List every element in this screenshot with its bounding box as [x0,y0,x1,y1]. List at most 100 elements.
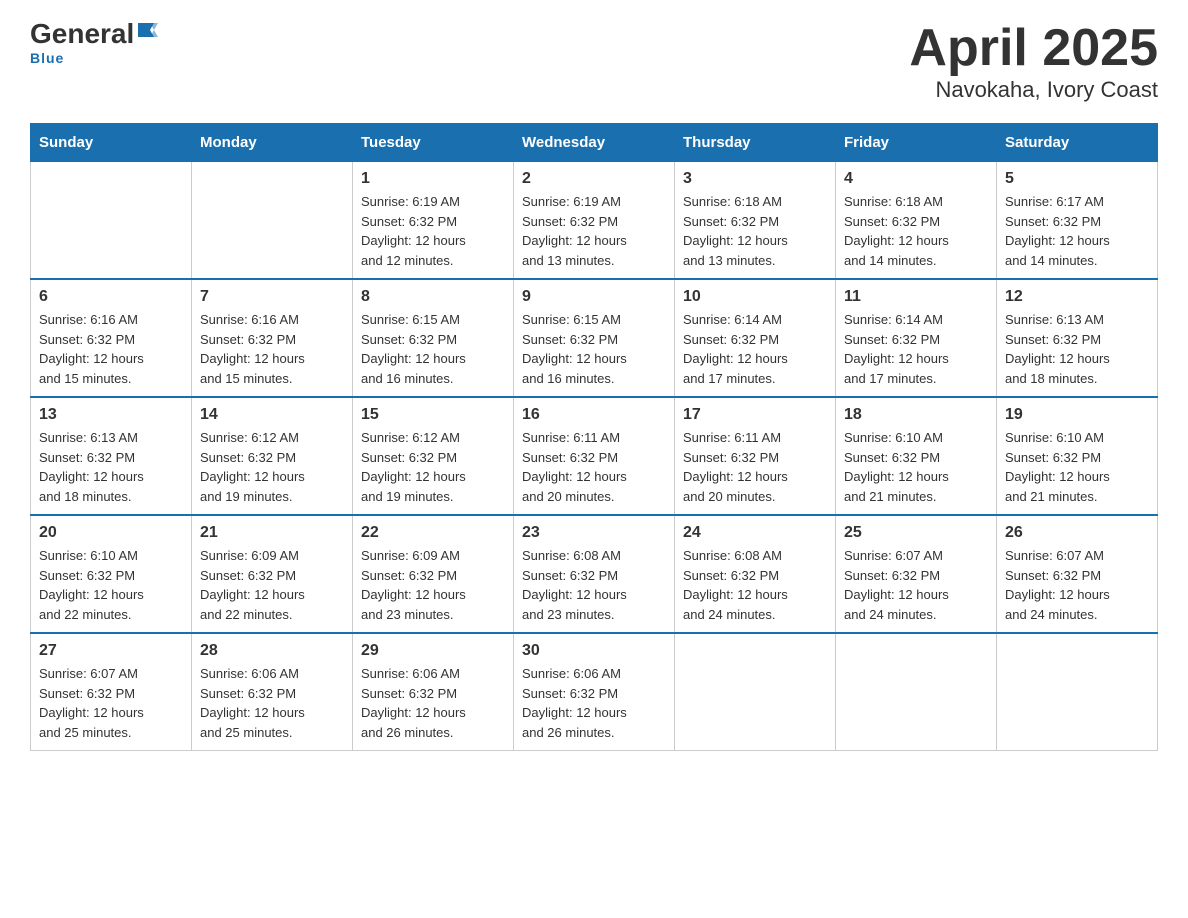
logo-general: General [30,20,134,48]
calendar-header-thursday: Thursday [675,124,836,162]
day-info: Sunrise: 6:13 AMSunset: 6:32 PMDaylight:… [1005,310,1149,388]
day-number: 29 [361,642,505,660]
day-number: 9 [522,288,666,306]
day-number: 18 [844,406,988,424]
day-info: Sunrise: 6:08 AMSunset: 6:32 PMDaylight:… [522,546,666,624]
calendar-table: SundayMondayTuesdayWednesdayThursdayFrid… [30,123,1158,751]
calendar-cell: 28 Sunrise: 6:06 AMSunset: 6:32 PMDayligh… [192,633,353,751]
day-info: Sunrise: 6:12 AMSunset: 6:32 PMDaylight:… [361,428,505,506]
day-info: Sunrise: 6:10 AMSunset: 6:32 PMDaylight:… [1005,428,1149,506]
day-info: Sunrise: 6:16 AMSunset: 6:32 PMDaylight:… [200,310,344,388]
calendar-cell: 6 Sunrise: 6:16 AMSunset: 6:32 PMDaylight… [31,279,192,397]
day-info: Sunrise: 6:09 AMSunset: 6:32 PMDaylight:… [361,546,505,624]
day-info: Sunrise: 6:18 AMSunset: 6:32 PMDaylight:… [683,192,827,270]
calendar-cell [31,162,192,280]
logo: General Blue [30,20,158,66]
day-number: 22 [361,524,505,542]
day-info: Sunrise: 6:10 AMSunset: 6:32 PMDaylight:… [844,428,988,506]
day-info: Sunrise: 6:07 AMSunset: 6:32 PMDaylight:… [39,664,183,742]
calendar-cell: 10 Sunrise: 6:14 AMSunset: 6:32 PMDayligh… [675,279,836,397]
page-header: General Blue April 2025 Navokaha, Ivory … [30,20,1158,103]
day-number: 14 [200,406,344,424]
day-info: Sunrise: 6:10 AMSunset: 6:32 PMDaylight:… [39,546,183,624]
day-info: Sunrise: 6:07 AMSunset: 6:32 PMDaylight:… [844,546,988,624]
day-info: Sunrise: 6:19 AMSunset: 6:32 PMDaylight:… [522,192,666,270]
day-info: Sunrise: 6:07 AMSunset: 6:32 PMDaylight:… [1005,546,1149,624]
calendar-cell [997,633,1158,751]
title-block: April 2025 Navokaha, Ivory Coast [909,20,1158,103]
day-number: 7 [200,288,344,306]
day-info: Sunrise: 6:16 AMSunset: 6:32 PMDaylight:… [39,310,183,388]
calendar-cell: 27Sunrise: 6:07 AMSunset: 6:32 PMDayligh… [31,633,192,751]
day-info: Sunrise: 6:06 AMSunset: 6:32 PMDaylight:… [200,664,344,742]
day-number: 1 [361,170,505,188]
calendar-header-saturday: Saturday [997,124,1158,162]
day-number: 17 [683,406,827,424]
calendar-cell: 7 Sunrise: 6:16 AMSunset: 6:32 PMDaylight… [192,279,353,397]
calendar-cell [836,633,997,751]
calendar-cell: 29 Sunrise: 6:06 AMSunset: 6:32 PMDayligh… [353,633,514,751]
day-number: 23 [522,524,666,542]
day-number: 19 [1005,406,1149,424]
calendar-cell: 5 Sunrise: 6:17 AMSunset: 6:32 PMDaylight… [997,162,1158,280]
day-info: Sunrise: 6:12 AMSunset: 6:32 PMDaylight:… [200,428,344,506]
calendar-cell: 14 Sunrise: 6:12 AMSunset: 6:32 PMDayligh… [192,397,353,515]
calendar-cell: 18 Sunrise: 6:10 AMSunset: 6:32 PMDayligh… [836,397,997,515]
calendar-cell: 20 Sunrise: 6:10 AMSunset: 6:32 PMDayligh… [31,515,192,633]
calendar-header-monday: Monday [192,124,353,162]
calendar-cell: 9 Sunrise: 6:15 AMSunset: 6:32 PMDaylight… [514,279,675,397]
calendar-cell: 8Sunrise: 6:15 AMSunset: 6:32 PMDaylight… [353,279,514,397]
calendar-cell: 23 Sunrise: 6:08 AMSunset: 6:32 PMDayligh… [514,515,675,633]
day-number: 3 [683,170,827,188]
day-info: Sunrise: 6:14 AMSunset: 6:32 PMDaylight:… [683,310,827,388]
calendar-week-row: 1 Sunrise: 6:19 AMSunset: 6:32 PMDaylight… [31,162,1158,280]
logo-blue-text: Blue [30,50,64,66]
day-number: 24 [683,524,827,542]
calendar-cell: 16 Sunrise: 6:11 AMSunset: 6:32 PMDayligh… [514,397,675,515]
calendar-week-row: 6 Sunrise: 6:16 AMSunset: 6:32 PMDaylight… [31,279,1158,397]
calendar-header-row: SundayMondayTuesdayWednesdayThursdayFrid… [31,124,1158,162]
calendar-cell: 4Sunrise: 6:18 AMSunset: 6:32 PMDaylight… [836,162,997,280]
calendar-header-friday: Friday [836,124,997,162]
day-number: 10 [683,288,827,306]
calendar-cell [192,162,353,280]
page-subtitle: Navokaha, Ivory Coast [909,77,1158,103]
day-number: 21 [200,524,344,542]
day-number: 8 [361,288,505,306]
calendar-cell: 11Sunrise: 6:14 AMSunset: 6:32 PMDayligh… [836,279,997,397]
day-number: 11 [844,288,988,306]
day-number: 13 [39,406,183,424]
calendar-header-tuesday: Tuesday [353,124,514,162]
day-number: 6 [39,288,183,306]
day-info: Sunrise: 6:06 AMSunset: 6:32 PMDaylight:… [361,664,505,742]
day-info: Sunrise: 6:19 AMSunset: 6:32 PMDaylight:… [361,192,505,270]
calendar-cell: 24 Sunrise: 6:08 AMSunset: 6:32 PMDayligh… [675,515,836,633]
day-number: 2 [522,170,666,188]
calendar-cell: 25 Sunrise: 6:07 AMSunset: 6:32 PMDayligh… [836,515,997,633]
day-info: Sunrise: 6:11 AMSunset: 6:32 PMDaylight:… [683,428,827,506]
day-number: 16 [522,406,666,424]
day-info: Sunrise: 6:15 AMSunset: 6:32 PMDaylight:… [522,310,666,388]
calendar-cell: 15Sunrise: 6:12 AMSunset: 6:32 PMDayligh… [353,397,514,515]
day-info: Sunrise: 6:17 AMSunset: 6:32 PMDaylight:… [1005,192,1149,270]
day-number: 4 [844,170,988,188]
day-info: Sunrise: 6:11 AMSunset: 6:32 PMDaylight:… [522,428,666,506]
day-info: Sunrise: 6:13 AMSunset: 6:32 PMDaylight:… [39,428,183,506]
day-number: 20 [39,524,183,542]
calendar-cell: 26 Sunrise: 6:07 AMSunset: 6:32 PMDayligh… [997,515,1158,633]
calendar-cell: 12 Sunrise: 6:13 AMSunset: 6:32 PMDayligh… [997,279,1158,397]
day-info: Sunrise: 6:08 AMSunset: 6:32 PMDaylight:… [683,546,827,624]
day-number: 28 [200,642,344,660]
calendar-cell: 13 Sunrise: 6:13 AMSunset: 6:32 PMDayligh… [31,397,192,515]
day-number: 5 [1005,170,1149,188]
day-number: 26 [1005,524,1149,542]
page-title: April 2025 [909,20,1158,77]
calendar-cell: 3 Sunrise: 6:18 AMSunset: 6:32 PMDaylight… [675,162,836,280]
calendar-cell: 30Sunrise: 6:06 AMSunset: 6:32 PMDayligh… [514,633,675,751]
calendar-week-row: 20 Sunrise: 6:10 AMSunset: 6:32 PMDayligh… [31,515,1158,633]
calendar-cell: 21Sunrise: 6:09 AMSunset: 6:32 PMDayligh… [192,515,353,633]
day-number: 12 [1005,288,1149,306]
logo-flag-icon [136,19,158,41]
day-number: 30 [522,642,666,660]
day-number: 25 [844,524,988,542]
